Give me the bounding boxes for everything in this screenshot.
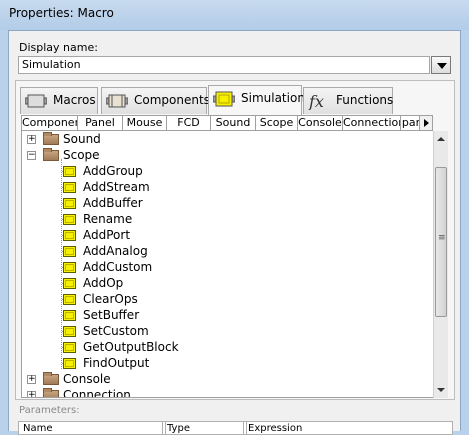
tree-folder-label: Scope [63, 148, 100, 162]
function-icon [63, 182, 76, 193]
scroll-up-arrow-icon[interactable] [434, 131, 448, 147]
tree-item-function[interactable]: AddAnalog [22, 243, 422, 259]
parameters-column-type[interactable]: Type [167, 423, 190, 435]
tree-item-function[interactable]: SetBuffer [22, 307, 422, 323]
window-title: Properties: Macro [9, 6, 114, 20]
function-icon [63, 198, 76, 209]
tree-item-function[interactable]: AddBuffer [22, 195, 422, 211]
column-header[interactable]: Sound [211, 116, 256, 130]
folder-icon [43, 132, 59, 145]
tree-folder-console[interactable]: + Console [22, 371, 422, 387]
tab-macros[interactable]: Macros [20, 87, 98, 114]
display-name-label: Display name: [19, 41, 98, 54]
function-label: AddAnalog [83, 244, 148, 258]
expand-plus-icon[interactable]: + [27, 375, 36, 384]
scroll-down-arrow-icon[interactable] [434, 382, 448, 398]
folder-icon [43, 388, 59, 397]
svg-text:fx: fx [308, 92, 324, 110]
function-label: AddOp [83, 276, 124, 290]
scrollbar-thumb[interactable] [435, 167, 447, 317]
tree-item-function[interactable]: AddStream [22, 179, 422, 195]
folder-icon [43, 148, 59, 161]
fx-icon: fx [308, 92, 324, 110]
tab-components[interactable]: Components [101, 87, 210, 114]
function-icon [63, 342, 76, 353]
parameters-label: Parameters: [19, 405, 80, 416]
column-header[interactable]: Panel [78, 116, 123, 130]
column-divider [243, 422, 244, 434]
tab-simulation[interactable]: Simulation [208, 85, 305, 115]
display-name-input[interactable]: Simulation [18, 56, 430, 74]
tab-macros-label: Macros [53, 93, 96, 107]
function-label: AddBuffer [83, 196, 143, 210]
function-label: AddGroup [83, 164, 143, 178]
tab-components-label: Components [134, 93, 210, 107]
function-label: AddStream [83, 180, 150, 194]
parameters-grid: Name Type Expression [18, 421, 453, 435]
parameters-column-expression[interactable]: Expression [248, 423, 302, 435]
function-label: ClearOps [83, 292, 138, 306]
tree-folder-label: Sound [63, 132, 101, 146]
function-icon [63, 358, 76, 369]
parameters-column-name[interactable]: Name [23, 423, 53, 435]
display-name-dropdown-button[interactable] [431, 56, 451, 74]
function-icon [63, 214, 76, 225]
column-header[interactable]: Connection [343, 116, 401, 130]
tree-item-function[interactable]: AddOp [22, 275, 422, 291]
function-icon [63, 310, 76, 321]
tree-item-function[interactable]: SetCustom [22, 323, 422, 339]
column-header[interactable]: par [401, 116, 421, 130]
function-icon [63, 246, 76, 257]
column-header[interactable]: FCD [167, 116, 211, 130]
tree-item-function[interactable]: GetOutputBlock [22, 339, 422, 355]
tree-folder-label: Console [63, 372, 111, 386]
tree-folder-label: Connection [63, 388, 131, 398]
function-label: SetCustom [83, 324, 149, 338]
tree-item-function[interactable]: AddCustom [22, 259, 422, 275]
expand-plus-icon[interactable]: + [27, 391, 36, 397]
function-icon [63, 166, 76, 177]
function-icon [63, 262, 76, 273]
simulation-icon [213, 91, 235, 107]
expand-plus-icon[interactable]: + [27, 135, 36, 144]
tab-simulation-label: Simulation [241, 91, 305, 105]
function-tree: + Sound − Scope AddGroup AddStream AddBu… [21, 131, 434, 398]
function-label: AddPort [83, 228, 131, 242]
tree-item-function[interactable]: ClearOps [22, 291, 422, 307]
tree-folder-scope[interactable]: − Scope [22, 147, 422, 163]
tree-folder-sound[interactable]: + Sound [22, 131, 422, 147]
function-label: AddCustom [83, 260, 153, 274]
function-label: GetOutputBlock [83, 340, 179, 354]
function-icon [63, 278, 76, 289]
tree-item-function[interactable]: AddGroup [22, 163, 422, 179]
tree-folder-connection[interactable]: + Connection [22, 387, 422, 398]
column-divider [165, 422, 166, 434]
column-header[interactable]: Console [298, 116, 343, 130]
function-icon [63, 326, 76, 337]
tree-item-function[interactable]: Rename [22, 211, 422, 227]
column-header[interactable]: Scope [256, 116, 298, 130]
tab-functions-label: Functions [336, 93, 394, 107]
tree-vertical-scrollbar[interactable] [433, 131, 448, 398]
tree-item-function[interactable]: FindOutput [22, 355, 422, 371]
column-header[interactable]: Mouse [123, 116, 167, 130]
macros-icon [25, 94, 47, 108]
window-titlebar[interactable]: Properties: Macro [0, 0, 469, 30]
column-header[interactable]: Component [22, 116, 78, 130]
function-label: SetBuffer [83, 308, 140, 322]
folder-icon [43, 372, 59, 385]
tree-item-function[interactable]: AddPort [22, 227, 422, 243]
column-header-bar: Component Panel Mouse FCD Sound Scope Co… [21, 115, 433, 131]
tab-functions[interactable]: fx Functions [303, 87, 393, 114]
collapse-minus-icon[interactable]: − [27, 151, 36, 160]
column-divider [246, 422, 247, 434]
components-icon [106, 94, 128, 108]
function-icon [63, 294, 76, 305]
function-icon [63, 230, 76, 241]
function-label: FindOutput [83, 356, 150, 370]
column-scroll-right-button[interactable] [419, 115, 433, 131]
column-divider [162, 422, 163, 434]
function-label: Rename [83, 212, 133, 226]
